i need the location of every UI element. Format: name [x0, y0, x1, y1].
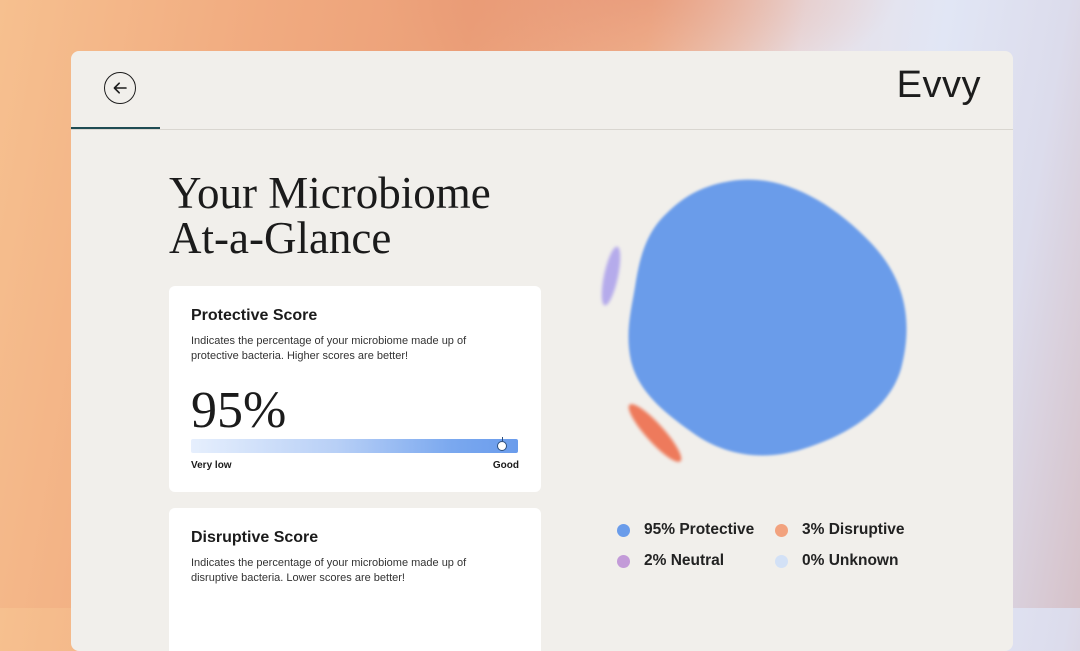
legend-dot	[617, 554, 630, 568]
disruptive-score-description: Indicates the percentage of your microbi…	[191, 557, 467, 584]
microbiome-blob-illustration	[601, 179, 907, 462]
protective-score-heading: Protective Score	[191, 307, 318, 324]
legend-item: 95% Protective	[617, 521, 754, 539]
disruptive-score-heading: Disruptive Score	[191, 529, 319, 546]
header-active-indicator	[71, 127, 160, 129]
scale-high-label: Good	[492, 460, 519, 471]
legend-label: 0% Unknown	[802, 552, 899, 569]
page-title: Your Microbiome At-a-Glance	[169, 171, 491, 261]
legend-dot	[775, 523, 788, 537]
protective-blob	[628, 179, 907, 456]
protective-score-value: 95%	[191, 382, 287, 439]
arrow-left-icon	[113, 82, 127, 94]
legend-label: 95% Protective	[644, 521, 755, 538]
legend-item: 0% Unknown	[775, 552, 898, 570]
app-window: Evvy Your Microbiome At-a-Glance Protect…	[71, 51, 1013, 651]
legend-label: 3% Disruptive	[802, 521, 905, 538]
protective-score-scale: Very low Good	[191, 460, 519, 471]
page-title-line-2: At-a-Glance	[169, 213, 392, 263]
legend-item: 2% Neutral	[617, 552, 724, 570]
protective-score-marker	[496, 437, 507, 451]
protective-score-description: Indicates the percentage of your microbi…	[191, 335, 467, 362]
neutral-blob	[601, 246, 621, 306]
protective-score-bar	[191, 437, 518, 453]
back-button[interactable]	[104, 72, 136, 104]
legend-item: 3% Disruptive	[775, 521, 905, 539]
legend-label: 2% Neutral	[644, 552, 725, 569]
page-title-line-1: Your Microbiome	[169, 168, 491, 218]
evvy-logo[interactable]: Evvy	[897, 64, 981, 107]
legend-dot	[775, 554, 788, 568]
disruptive-score-card: Disruptive Score Indicates the percentag…	[169, 508, 541, 651]
protective-score-card: Protective Score Indicates the percentag…	[169, 286, 541, 492]
scale-low-label: Very low	[191, 460, 232, 471]
legend-dot	[617, 523, 630, 537]
top-bar: Evvy	[71, 51, 1013, 130]
